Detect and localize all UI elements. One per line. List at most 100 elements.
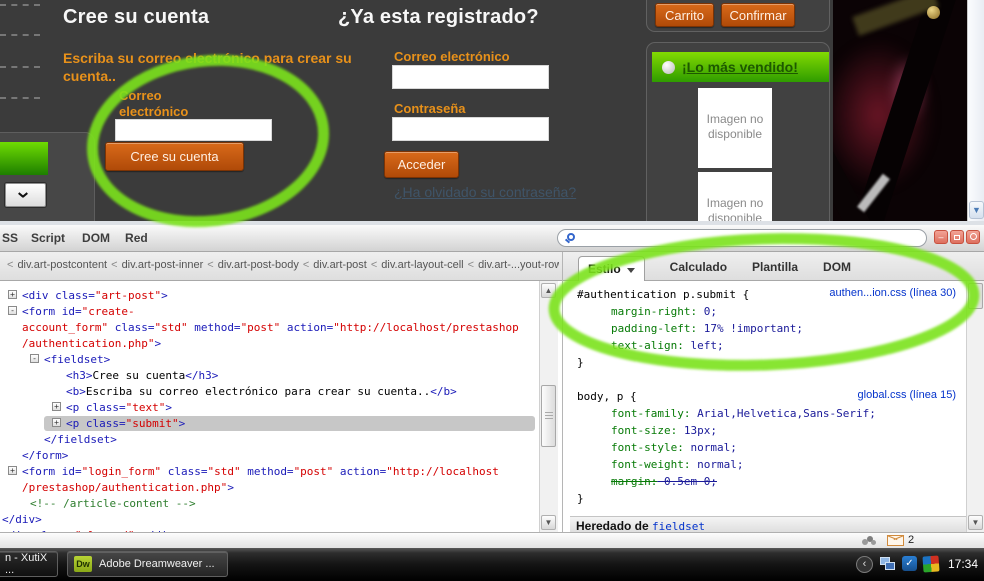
network-icon[interactable] (880, 557, 896, 572)
login-password-input[interactable] (392, 117, 549, 141)
css-property[interactable]: text-align: left; (570, 337, 966, 354)
login-email-input[interactable] (392, 65, 549, 89)
search-input[interactable] (582, 231, 912, 245)
style-panel-tabs: Estilo Calculado Plantilla DOM (578, 253, 851, 282)
css-file-link[interactable]: global.css (línea 15) (858, 389, 956, 401)
scroll-down-button[interactable]: ▼ (969, 201, 984, 219)
firebug-tab-script[interactable]: Script (31, 231, 65, 245)
dropbox-icon[interactable]: ✓ (902, 556, 917, 571)
css-property[interactable]: font-size: 13px; (570, 422, 966, 439)
inherited-element-link[interactable]: fieldset (652, 520, 705, 532)
firebug-tab-red[interactable]: Red (125, 231, 148, 245)
dashed-guide (0, 4, 40, 6)
html-tree-row[interactable]: </fieldset> (0, 432, 539, 448)
firebug-second-toolbar: < div.art-postcontent < div.art-post-inner <… (0, 252, 984, 282)
login-button[interactable]: Acceder (384, 151, 459, 178)
detach-window-button[interactable] (950, 230, 964, 244)
expand-icon[interactable]: + (8, 466, 17, 475)
html-tree-row[interactable]: <b>Escriba su correo electrónico para cr… (0, 384, 539, 400)
style-tab-dom[interactable]: DOM (823, 260, 851, 274)
breadcrumb-separator: < (302, 259, 310, 271)
breadcrumb-item[interactable]: div.art-post-inner (122, 259, 204, 271)
css-property[interactable]: margin-right: 0; (570, 303, 966, 320)
expand-icon[interactable]: + (52, 418, 61, 427)
create-account-intro: Escriba su correo electrónico para crear… (63, 50, 352, 84)
html-tree-row[interactable]: <!-- /article-content --> (0, 496, 539, 512)
breadcrumb-separator: < (370, 259, 378, 271)
firebug-panel: SS Script DOM Red – < div.art-postcontent < di… (0, 225, 984, 532)
scroll-down-icon[interactable]: ▼ (541, 515, 556, 530)
breadcrumb-separator: < (467, 259, 475, 271)
confirm-button[interactable]: Confirmar (721, 3, 795, 27)
html-tree-row[interactable]: + <form id="login_form" class="std" metho… (0, 464, 539, 480)
breadcrumb-item[interactable]: div.art-postcontent (17, 259, 107, 271)
html-tree-row[interactable]: /prestashop/authentication.php"> (0, 480, 539, 496)
collapse-icon[interactable]: - (30, 354, 39, 363)
css-file-link[interactable]: authen...ion.css (línea 30) (829, 287, 956, 299)
css-property[interactable]: font-family: Arial,Helvetica,Sans-Serif; (570, 405, 966, 422)
firebug-tab-ss[interactable]: SS (2, 231, 18, 245)
expand-icon[interactable]: + (52, 402, 61, 411)
product-image-placeholder[interactable]: Imagen no disponible (698, 172, 772, 221)
forgot-password-link[interactable]: ¿Ha olvidado su contraseña? (394, 184, 576, 200)
addon-icon[interactable] (862, 536, 876, 546)
collapse-icon[interactable]: - (8, 306, 17, 315)
style-tab-plantilla[interactable]: Plantilla (752, 260, 798, 274)
html-tree-row[interactable]: account_form" class="std" method="post" … (0, 320, 539, 336)
scroll-down-icon[interactable]: ▼ (968, 515, 983, 530)
css-property[interactable]: font-weight: normal; (570, 456, 966, 473)
taskbar-window-1-label: n - XutiX ... (5, 552, 48, 576)
html-tree-row[interactable]: + <p class="text"> (0, 400, 539, 416)
dropdown-arrow-icon (626, 267, 635, 273)
taskbar-window-1[interactable]: n - XutiX ... (0, 551, 58, 577)
html-tree-row[interactable]: <h3>Cree su cuenta</h3> (0, 368, 539, 384)
style-tab-calculado[interactable]: Calculado (670, 260, 727, 274)
css-selector: #authentication p.submit { (577, 288, 750, 301)
firebug-tabs: SS Script DOM Red (2, 231, 148, 245)
html-tree-row[interactable]: - <fieldset> (0, 352, 539, 368)
css-property[interactable]: padding-left: 17% !important; (570, 320, 966, 337)
best-sellers-banner[interactable]: ¡Lo más vendido! (652, 52, 829, 82)
cart-button[interactable]: Carrito (655, 3, 714, 27)
minimize-button[interactable]: – (934, 230, 948, 244)
breadcrumb-item[interactable]: div.art-...yout-row (478, 259, 559, 271)
css-property[interactable]: margin: 0.5em 0; (570, 473, 966, 490)
html-tree-row[interactable]: </form> (0, 448, 539, 464)
firebug-window-buttons: – (934, 230, 980, 244)
mail-icon[interactable] (887, 535, 904, 546)
breadcrumb-item[interactable]: div.art-post-body (218, 259, 299, 271)
html-tree-row[interactable]: + <p class="submit"> (0, 416, 539, 432)
style-tab-estilo[interactable]: Estilo (578, 255, 645, 282)
mail-count: 2 (908, 534, 915, 546)
create-email-label: Correo electrónico (119, 88, 189, 119)
clock[interactable]: 17:34 (948, 557, 978, 571)
breadcrumb-item[interactable]: div.art-layout-cell (381, 259, 463, 271)
scrollbar-thumb[interactable] (541, 385, 556, 447)
breadcrumb-item[interactable]: div.art-post (313, 259, 367, 271)
tree-scrollbar[interactable]: ▲ ▼ (539, 281, 558, 532)
browser-statusbar: 2 (0, 532, 984, 548)
screenshot-root: Cree su cuenta Escriba su correo electró… (0, 0, 984, 581)
scrollbar-thumb[interactable] (968, 283, 983, 309)
html-tree-row[interactable]: /authentication.php"> (0, 336, 539, 352)
html-tree-row[interactable]: </div> (0, 512, 539, 528)
tray-expand-icon[interactable]: ‹ (856, 556, 873, 573)
theme-select[interactable] (5, 183, 46, 207)
create-email-input[interactable] (115, 119, 272, 141)
html-tree-row[interactable]: + <div class="art-post"> (0, 288, 539, 304)
firebug-toolbar: SS Script DOM Red – (0, 225, 984, 252)
scroll-up-icon[interactable]: ▲ (541, 283, 556, 298)
close-power-button[interactable] (966, 230, 980, 244)
product-image-placeholder[interactable]: Imagen no disponible (698, 88, 772, 168)
create-account-button[interactable]: Cree su cuenta (105, 142, 244, 171)
firebug-tab-dom[interactable]: DOM (82, 231, 110, 245)
html-tree-row[interactable]: - <form id="create- (0, 304, 539, 320)
page-scrollbar[interactable]: ▼ (967, 0, 984, 221)
taskbar-window-dreamweaver[interactable]: Dw Adobe Dreamweaver ... (67, 551, 228, 577)
css-property[interactable]: font-style: normal; (570, 439, 966, 456)
style-scrollbar[interactable]: ▼ (966, 281, 984, 532)
firebug-search-box[interactable] (557, 229, 927, 247)
expand-icon[interactable]: + (8, 290, 17, 299)
antivirus-icon[interactable] (922, 555, 940, 573)
color-swatch (0, 142, 48, 175)
